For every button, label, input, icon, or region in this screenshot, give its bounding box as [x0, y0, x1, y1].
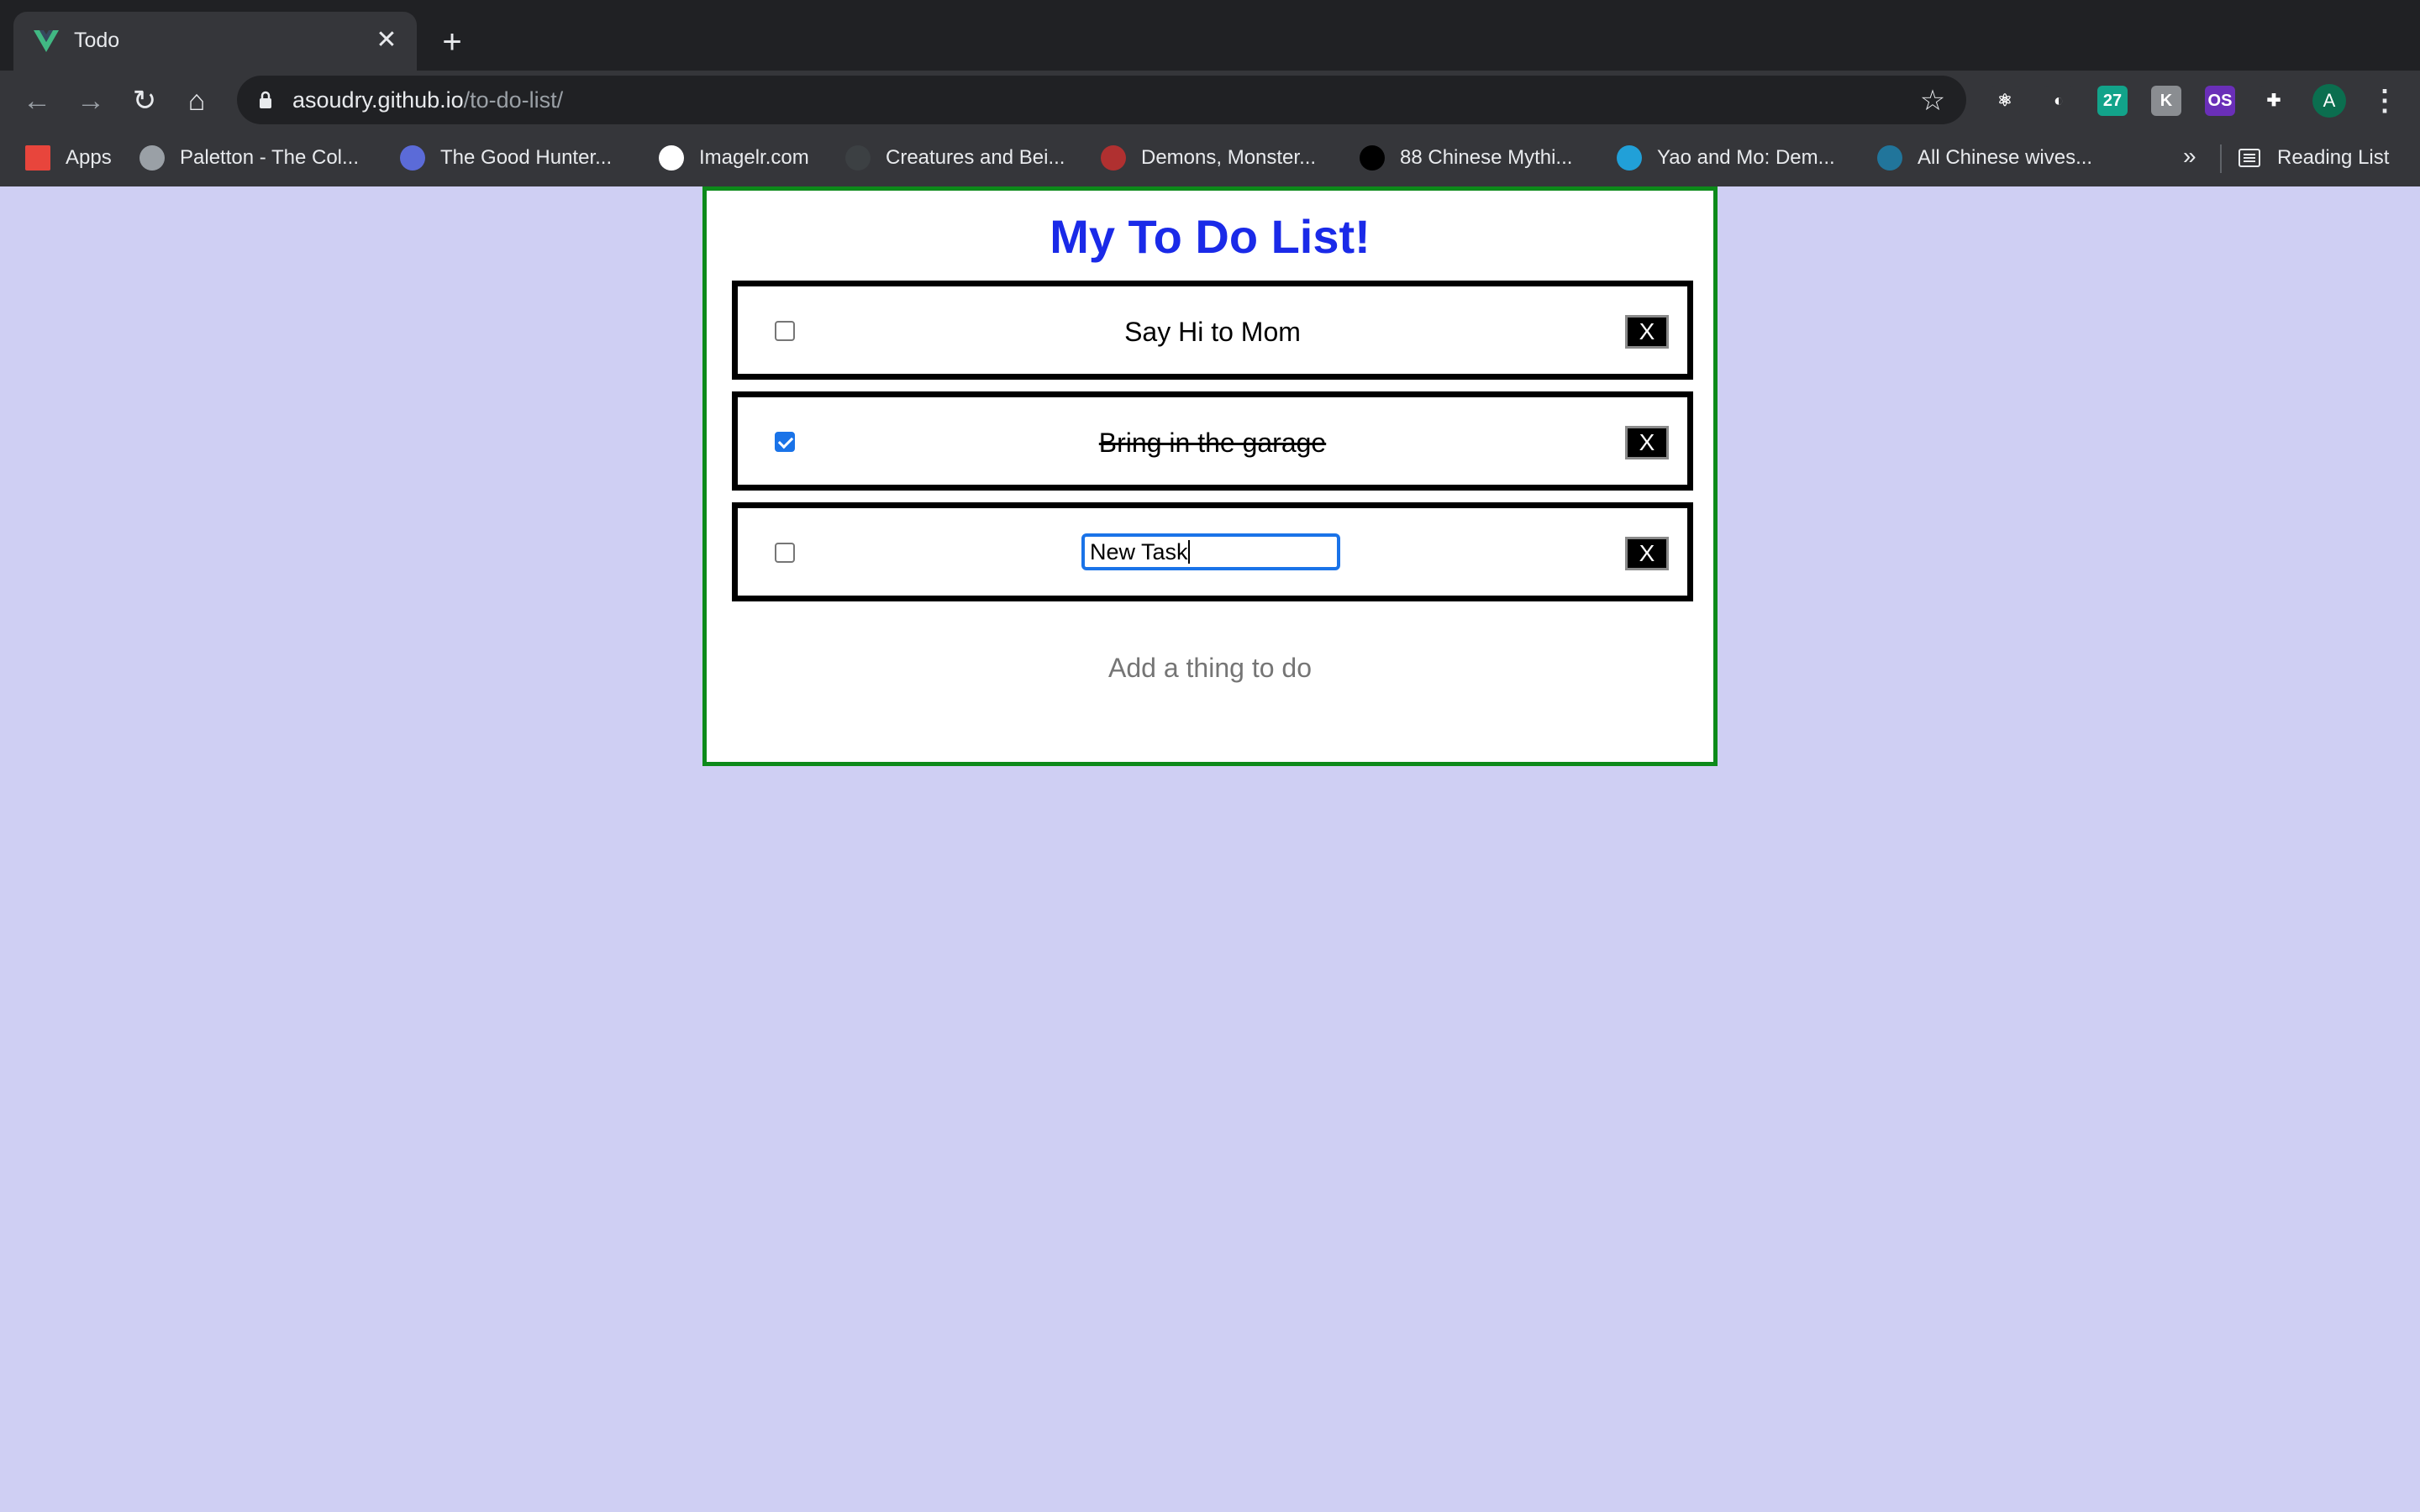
bookmark-label: Yao and Mo: Dem...	[1657, 146, 1835, 169]
good-hunter-icon	[400, 145, 425, 171]
imagelr-icon	[659, 145, 684, 171]
chinese-myth-icon	[1360, 145, 1385, 171]
bookmark-label: 88 Chinese Mythi...	[1400, 146, 1573, 169]
browser-menu-icon[interactable]: ⋮	[2368, 81, 2402, 121]
bookmark-item[interactable]: Apps	[25, 141, 112, 175]
bookmark-item[interactable]: Demons, Monster...	[1101, 141, 1316, 175]
text-caret	[1187, 540, 1190, 564]
bookmark-label: Imagelr.com	[699, 146, 809, 169]
page-title: My To Do List!	[1050, 210, 1370, 263]
reading-list-icon	[2238, 149, 2260, 167]
todo-edit-input[interactable]: New Task	[1081, 533, 1340, 570]
add-task-input[interactable]: Add a thing to do	[707, 653, 1713, 684]
calendar-27-icon[interactable]: 27	[2097, 86, 2128, 116]
todo-edit-value: New Task	[1090, 539, 1188, 564]
apps-grid-icon	[25, 145, 50, 171]
todo-checkbox[interactable]	[775, 543, 795, 563]
react-devtools-icon[interactable]: ⚛	[1990, 86, 2020, 116]
reading-list-button[interactable]: Reading List	[2237, 141, 2389, 175]
vue-logo-icon	[34, 30, 59, 52]
tab-title: Todo	[74, 29, 120, 52]
bookmark-label: Demons, Monster...	[1141, 146, 1317, 169]
forward-arrow-icon[interactable]: →	[71, 81, 111, 121]
home-icon[interactable]: ⌂	[176, 81, 217, 121]
bookmark-star-icon[interactable]: ☆	[1916, 84, 1949, 118]
reading-list-label: Reading List	[2277, 146, 2390, 169]
demons-icon	[1101, 145, 1126, 171]
bookmark-label: Apps	[66, 146, 112, 169]
wordpress-icon	[1617, 145, 1642, 171]
delete-button[interactable]: X	[1625, 537, 1669, 570]
new-tab-button[interactable]: +	[434, 24, 471, 60]
bookmark-item[interactable]: All Chinese wives...	[1877, 141, 2092, 175]
bookmark-label: All Chinese wives...	[1918, 146, 2093, 169]
delete-button[interactable]: X	[1625, 426, 1669, 459]
url-path: /to-do-list/	[463, 87, 564, 113]
bookmark-item[interactable]: Yao and Mo: Dem...	[1617, 141, 1835, 175]
browser-tab[interactable]: Todo ✕	[13, 12, 417, 71]
tab-close-icon[interactable]: ✕	[370, 24, 403, 57]
extension-swirl-icon[interactable]: ◐	[2044, 86, 2074, 116]
back-arrow-icon[interactable]: ←	[17, 81, 57, 121]
todo-text[interactable]: Say Hi to Mom	[738, 317, 1687, 348]
bookmark-item[interactable]: The Good Hunter...	[400, 141, 612, 175]
url-host: asoudry.github.io	[292, 87, 464, 113]
lock-icon	[260, 91, 271, 108]
bookmark-item[interactable]: Imagelr.com	[659, 141, 809, 175]
browser-toolbar: ← → ↻ ⌂ asoudry.github.io/to-do-list/ ☆ …	[0, 71, 2420, 131]
profile-avatar[interactable]: A	[2312, 84, 2346, 118]
bookmarks-bar: Apps Paletton - The Col... The Good Hunter…	[0, 131, 2420, 186]
reload-icon[interactable]: ↻	[124, 81, 165, 121]
bookmark-label: The Good Hunter...	[440, 146, 613, 169]
bookmarks-overflow-icon[interactable]: »	[2183, 143, 2196, 170]
address-bar[interactable]: asoudry.github.io/to-do-list/ ☆	[237, 76, 1966, 124]
extension-k-icon[interactable]: K	[2151, 86, 2181, 116]
creatures-icon	[845, 145, 871, 171]
paletton-icon	[139, 145, 165, 171]
wordpress-icon	[1877, 145, 1902, 171]
bookmark-label: Paletton - The Col...	[180, 146, 359, 169]
bookmark-item[interactable]: Paletton - The Col...	[139, 141, 359, 175]
todo-item: Say Hi to Mom X	[732, 281, 1693, 380]
todo-item: New Task X	[732, 502, 1693, 601]
delete-button[interactable]: X	[1625, 315, 1669, 349]
todo-item: Bring in the garage X	[732, 391, 1693, 491]
todo-card: My To Do List! Say Hi to Mom X Bring in …	[702, 186, 1718, 766]
puzzle-extensions-icon[interactable]: ✚	[2259, 86, 2289, 116]
bookmark-item[interactable]: 88 Chinese Mythi...	[1360, 141, 1572, 175]
bookmark-label: Creatures and Bei...	[886, 146, 1065, 169]
url-text: asoudry.github.io/to-do-list/	[292, 87, 563, 113]
bookmarks-divider	[2220, 144, 2222, 173]
extension-os-icon[interactable]: OS	[2205, 86, 2235, 116]
todo-text-completed[interactable]: Bring in the garage	[738, 428, 1687, 459]
browser-tabstrip: Todo ✕ +	[0, 0, 2420, 71]
bookmark-item[interactable]: Creatures and Bei...	[845, 141, 1065, 175]
